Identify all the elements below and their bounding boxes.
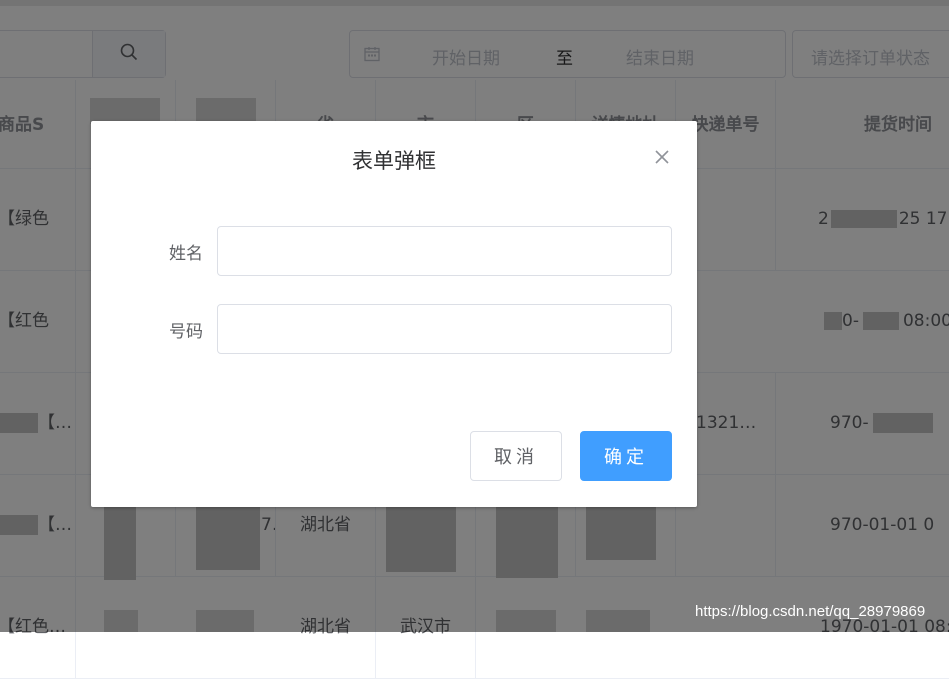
close-icon[interactable] (651, 146, 673, 168)
confirm-button[interactable]: 确定 (580, 431, 672, 481)
cancel-button[interactable]: 取消 (470, 431, 562, 481)
watermark: https://blog.csdn.net/qq_28979869 (695, 603, 926, 620)
phone-input[interactable] (217, 304, 672, 354)
phone-label: 号码 (169, 322, 203, 342)
form-dialog: 表单弹框 姓名 号码 取消 确定 (91, 121, 697, 507)
page: 开始日期 至 结束日期 请选择订单状态 商品S 省 市 区 详情地址 快递单号 … (0, 0, 949, 679)
dialog-title: 表单弹框 (352, 149, 436, 173)
name-label: 姓名 (169, 244, 203, 264)
name-input[interactable] (217, 226, 672, 276)
